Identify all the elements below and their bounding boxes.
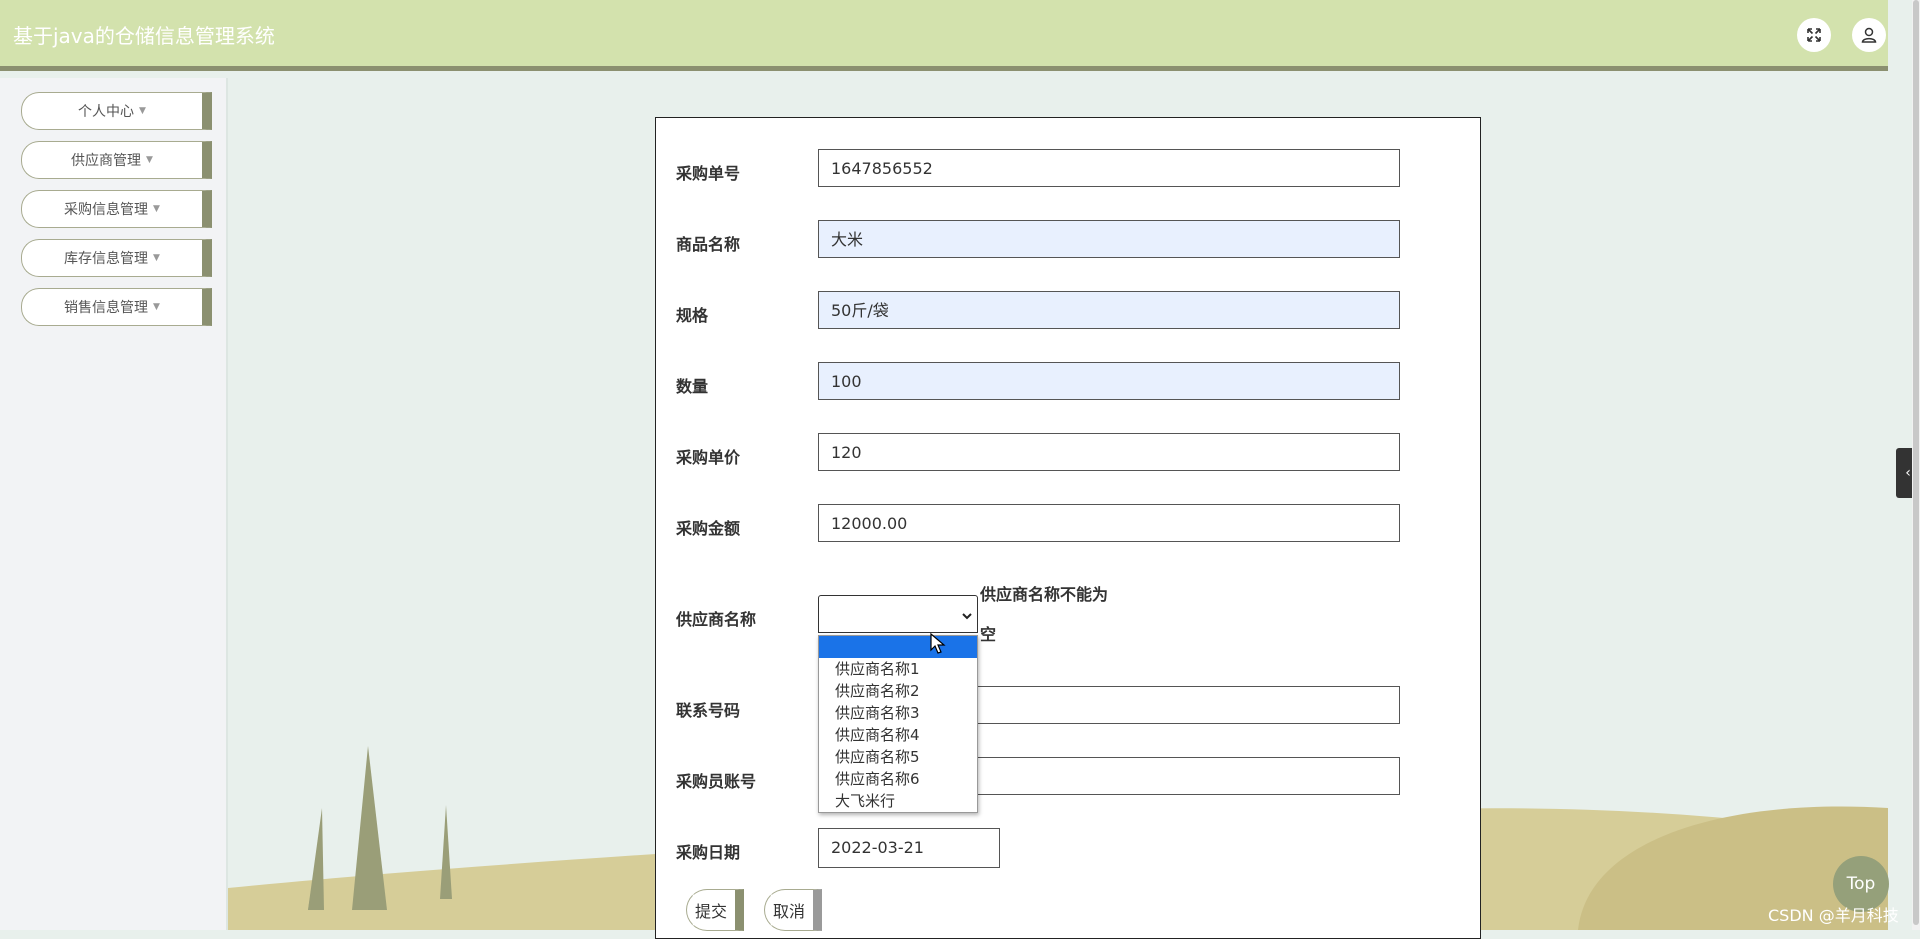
fullscreen-icon[interactable] bbox=[1797, 18, 1831, 52]
sidebar-item-label: 供应商管理 bbox=[71, 153, 142, 169]
sidebar-item-supplier-management[interactable]: 供应商管理 ▼ bbox=[21, 141, 212, 179]
product-name-field[interactable]: 大米 bbox=[818, 220, 1400, 258]
supplier-error-message-cont: 空 bbox=[980, 625, 997, 644]
sidebar-item-label: 个人中心 bbox=[78, 104, 135, 120]
field-label: 规格 bbox=[676, 306, 709, 325]
spec-field[interactable]: 50斤/袋 bbox=[818, 291, 1400, 329]
watermark-text: CSDN @羊月科技 bbox=[1768, 906, 1899, 925]
sidebar-item-label: 采购信息管理 bbox=[64, 202, 149, 218]
scrollbar-thumb[interactable] bbox=[1913, 0, 1919, 925]
dropdown-option[interactable]: 供应商名称4 bbox=[819, 724, 977, 746]
mouse-cursor-icon bbox=[930, 633, 946, 654]
chevron-down-icon: ▼ bbox=[139, 106, 146, 116]
user-icon[interactable] bbox=[1852, 18, 1886, 52]
chevron-down-icon: ▼ bbox=[146, 155, 153, 165]
supplier-select[interactable] bbox=[818, 595, 978, 633]
quantity-field[interactable]: 100 bbox=[818, 362, 1400, 400]
form-row-buyer-account: 采购员账号 bbox=[656, 757, 1480, 799]
form-row-quantity: 数量 100 bbox=[656, 362, 1480, 404]
sidebar: 个人中心 ▼ 供应商管理 ▼ 采购信息管理 ▼ 库存信息管理 ▼ 销售信息管理 ▼ bbox=[0, 78, 228, 930]
form-row-unit-price: 采购单价 120 bbox=[656, 433, 1480, 475]
supplier-dropdown-list: 供应商名称1 供应商名称2 供应商名称3 供应商名称4 供应商名称5 供应商名称… bbox=[818, 635, 978, 813]
dropdown-option[interactable]: 供应商名称1 bbox=[819, 658, 977, 680]
chevron-down-icon: ▼ bbox=[153, 302, 160, 312]
form-row-spec: 规格 50斤/袋 bbox=[656, 291, 1480, 333]
app-title: 基于java的仓储信息管理系统 bbox=[13, 24, 275, 48]
chevron-down-icon: ▼ bbox=[153, 253, 160, 263]
sidebar-item-inventory-management[interactable]: 库存信息管理 ▼ bbox=[21, 239, 212, 277]
chevron-down-icon: ▼ bbox=[153, 204, 160, 214]
page-scrollbar[interactable] bbox=[1912, 0, 1920, 930]
unit-price-field[interactable]: 120 bbox=[818, 433, 1400, 471]
field-label: 采购单价 bbox=[676, 448, 741, 467]
form-row-amount: 采购金额 12000.00 bbox=[656, 504, 1480, 546]
cancel-button[interactable]: 取消 bbox=[764, 889, 822, 931]
amount-field[interactable]: 12000.00 bbox=[818, 504, 1400, 542]
supplier-error-message: 供应商名称不能为 bbox=[980, 585, 1109, 604]
date-field[interactable]: 2022-03-21 bbox=[818, 828, 1000, 868]
field-label: 数量 bbox=[676, 377, 709, 396]
dropdown-option[interactable]: 供应商名称3 bbox=[819, 702, 977, 724]
purchase-form: 采购单号 1647856552 商品名称 大米 规格 50斤/袋 数量 100 … bbox=[655, 117, 1481, 939]
form-row-supplier: 供应商名称 供应商名称不能为 空 供应商名称1 供应商名称2 供应商名称3 供应… bbox=[656, 585, 1480, 813]
field-label: 采购日期 bbox=[676, 843, 741, 862]
form-row-date: 采购日期 2022-03-21 bbox=[656, 828, 1480, 870]
order-no-field[interactable]: 1647856552 bbox=[818, 149, 1400, 187]
sidebar-item-label: 销售信息管理 bbox=[64, 300, 149, 316]
sidebar-item-label: 库存信息管理 bbox=[64, 251, 149, 267]
field-label: 采购员账号 bbox=[676, 772, 757, 791]
dropdown-option[interactable]: 供应商名称2 bbox=[819, 680, 977, 702]
sidebar-item-personal-center[interactable]: 个人中心 ▼ bbox=[21, 92, 212, 130]
field-label: 供应商名称 bbox=[676, 610, 757, 629]
header-bar: 基于java的仓储信息管理系统 bbox=[0, 0, 1888, 71]
chevron-down-icon bbox=[961, 607, 973, 626]
submit-button[interactable]: 提交 bbox=[686, 889, 744, 931]
field-label: 商品名称 bbox=[676, 235, 741, 254]
dropdown-option[interactable]: 供应商名称6 bbox=[819, 768, 977, 790]
field-label: 联系号码 bbox=[676, 701, 741, 720]
form-row-phone: 联系号码 bbox=[656, 686, 1480, 728]
sidebar-item-purchase-management[interactable]: 采购信息管理 ▼ bbox=[21, 190, 212, 228]
field-label: 采购金额 bbox=[676, 519, 741, 538]
sidebar-item-sales-management[interactable]: 销售信息管理 ▼ bbox=[21, 288, 212, 326]
dropdown-option[interactable]: 供应商名称5 bbox=[819, 746, 977, 768]
form-row-product-name: 商品名称 大米 bbox=[656, 220, 1480, 262]
form-row-order-no: 采购单号 1647856552 bbox=[656, 149, 1480, 191]
form-actions: 提交 取消 bbox=[656, 889, 1480, 931]
dropdown-option[interactable] bbox=[819, 636, 977, 658]
field-label: 采购单号 bbox=[676, 164, 741, 183]
dropdown-option[interactable]: 大飞米行 bbox=[819, 790, 977, 812]
